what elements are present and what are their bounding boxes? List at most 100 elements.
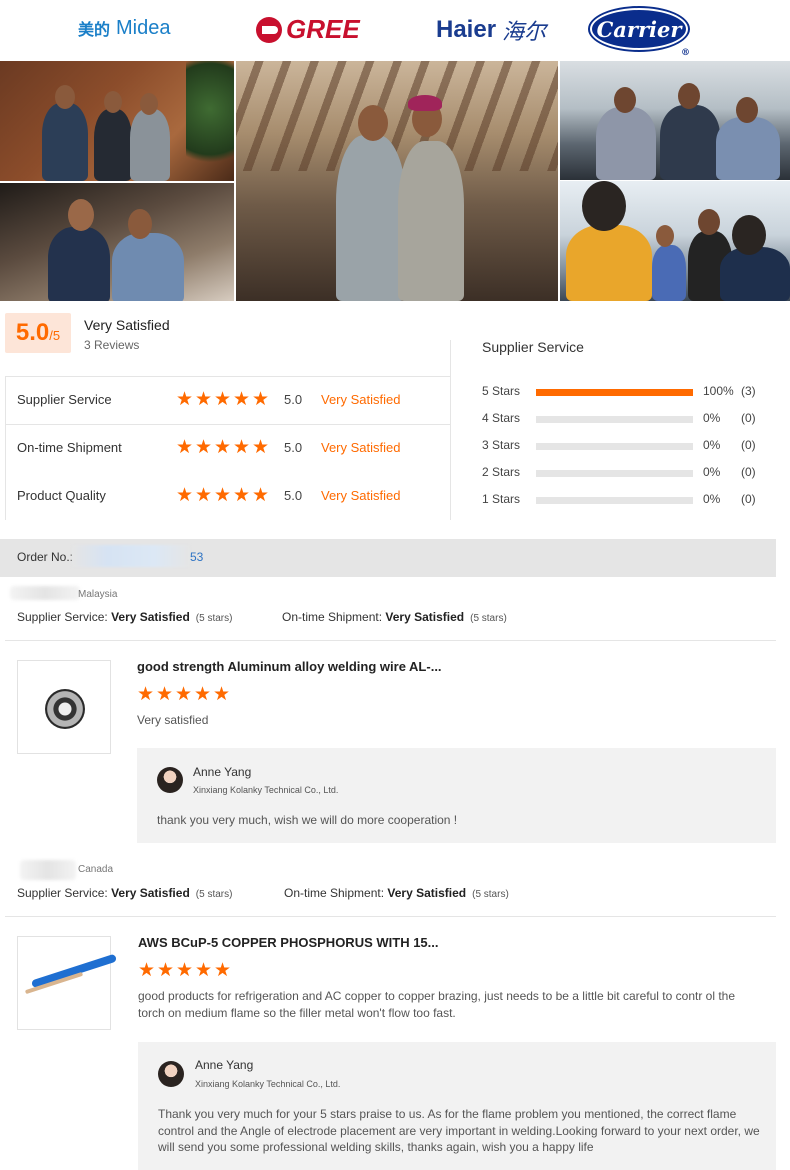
star-icon: ★: [214, 389, 232, 410]
customer-photo-2: [0, 183, 234, 301]
product-title-link[interactable]: good strength Aluminum alloy welding wir…: [137, 659, 442, 674]
breakdown-count: (3): [741, 384, 756, 398]
customer-photo-1: [0, 61, 234, 181]
breakdown-bar: [536, 443, 693, 450]
wire-spool-icon: [45, 689, 85, 729]
star-icon: ★: [214, 437, 232, 458]
star-icon: ★: [176, 960, 194, 981]
breakdown-count: (0): [741, 411, 756, 425]
overall-rating-label: Very Satisfied: [84, 317, 170, 333]
overall-score-suffix: /5: [49, 328, 61, 343]
star-icon: ★: [214, 960, 232, 981]
breakdown-label: 1 Stars: [482, 492, 521, 506]
haier-logo-en: Haier: [436, 16, 497, 43]
breakdown-bar: [536, 497, 693, 504]
overall-score-badge: 5.0 /5: [5, 313, 71, 353]
breakdown-bar: [536, 389, 693, 396]
avatar: [158, 1061, 184, 1087]
star-icon: ★: [156, 684, 174, 705]
supplier-reply: [137, 748, 776, 843]
reply-text: thank you very much, wish we will do mor…: [157, 813, 458, 827]
breakdown-percent: 0%: [703, 465, 721, 479]
customer-photo-4: [560, 61, 790, 180]
review-shipment-rating: On-time Shipment: Very Satisfied (5 stars…: [284, 886, 509, 900]
star-icon: ★: [252, 389, 270, 410]
breakdown-label: 5 Stars: [482, 384, 521, 398]
gree-logo: GREE: [256, 14, 360, 45]
breakdown-percent: 0%: [703, 438, 721, 452]
breakdown-label: 2 Stars: [482, 465, 521, 479]
product-thumbnail[interactable]: [17, 936, 118, 1030]
review-supplier-rating: Supplier Service: Very Satisfied (5 stars…: [17, 610, 233, 624]
breakdown-count: (0): [741, 438, 756, 452]
divider: [5, 640, 776, 641]
order-number[interactable]: 53: [190, 550, 203, 564]
order-label: Order No.:: [17, 550, 74, 564]
category-score: 5.0: [284, 440, 303, 455]
carrier-logo: Carrier ®: [588, 6, 690, 58]
star-icon: ★: [233, 485, 251, 506]
star-icon: ★: [195, 389, 213, 410]
reply-company: Xinxiang Kolanky Technical Co., Ltd.: [193, 785, 339, 795]
star-icon: ★: [213, 684, 231, 705]
midea-logo-en: Midea: [116, 16, 171, 39]
haier-logo: Haier 海尔: [436, 14, 546, 46]
category-satisfaction: Very Satisfied: [321, 392, 401, 407]
star-icon: ★: [138, 960, 156, 981]
gree-logo-text: GREE: [286, 14, 360, 44]
gree-mark-icon: [256, 16, 282, 43]
category-score: 5.0: [284, 392, 303, 407]
star-icon: ★: [252, 437, 270, 458]
star-icon: ★: [137, 684, 155, 705]
star-icon: ★: [195, 485, 213, 506]
reply-text: Thank you very much for your 5 stars pra…: [158, 1107, 760, 1154]
reviewer-country: Canada: [78, 864, 114, 875]
star-icon: ★: [214, 485, 232, 506]
breakdown-count: (0): [741, 465, 756, 479]
carrier-logo-text: Carrier: [596, 16, 682, 42]
star-icon: ★: [252, 485, 270, 506]
star-icon: ★: [175, 684, 193, 705]
category-label: Product Quality: [17, 488, 106, 503]
divider: [5, 376, 451, 377]
midea-logo-cn: 美的: [78, 22, 111, 39]
divider: [5, 424, 451, 425]
breakdown-label: 4 Stars: [482, 411, 521, 425]
star-icon: ★: [176, 485, 194, 506]
breakdown-bar: [536, 470, 693, 477]
avatar: [157, 767, 183, 793]
review-comment: good products for refrigeration and AC c…: [138, 989, 736, 1020]
reply-author: Anne Yang: [193, 765, 252, 779]
category-label: Supplier Service: [17, 392, 112, 407]
category-satisfaction: Very Satisfied: [321, 440, 401, 455]
breakdown-percent: 0%: [703, 411, 721, 425]
breakdown-label: 3 Stars: [482, 438, 521, 452]
category-stars: ★ ★ ★ ★ ★: [176, 389, 270, 410]
midea-logo: 美的 Midea: [78, 12, 171, 44]
reviewer-country: Malaysia: [78, 589, 118, 600]
category-stars: ★ ★ ★ ★ ★: [176, 437, 270, 458]
breakdown-bar-fill: [536, 389, 693, 396]
breakdown-bar: [536, 416, 693, 423]
review-stars: ★ ★ ★ ★ ★: [138, 960, 232, 981]
review-stars: ★ ★ ★ ★ ★: [137, 684, 231, 705]
star-icon: ★: [195, 960, 213, 981]
reviewer-name-redacted: [10, 586, 80, 600]
reply-company: Xinxiang Kolanky Technical Co., Ltd.: [195, 1079, 341, 1089]
product-thumbnail[interactable]: [17, 660, 111, 754]
category-stars: ★ ★ ★ ★ ★: [176, 485, 270, 506]
breakdown-title: Supplier Service: [482, 339, 584, 355]
star-icon: ★: [233, 437, 251, 458]
breakdown-percent: 100%: [703, 384, 734, 398]
breakdown-percent: 0%: [703, 492, 721, 506]
overall-score: 5.0: [15, 319, 50, 346]
customer-photo-3: [236, 61, 558, 301]
order-number-redacted: [72, 545, 190, 567]
category-label: On-time Shipment: [17, 440, 122, 455]
divider: [5, 376, 6, 520]
star-icon: ★: [195, 437, 213, 458]
star-icon: ★: [194, 684, 212, 705]
product-title-link[interactable]: AWS BCuP-5 COPPER PHOSPHORUS WITH 15...: [138, 935, 439, 950]
review-comment: Very satisfied: [137, 713, 209, 727]
star-icon: ★: [176, 389, 194, 410]
